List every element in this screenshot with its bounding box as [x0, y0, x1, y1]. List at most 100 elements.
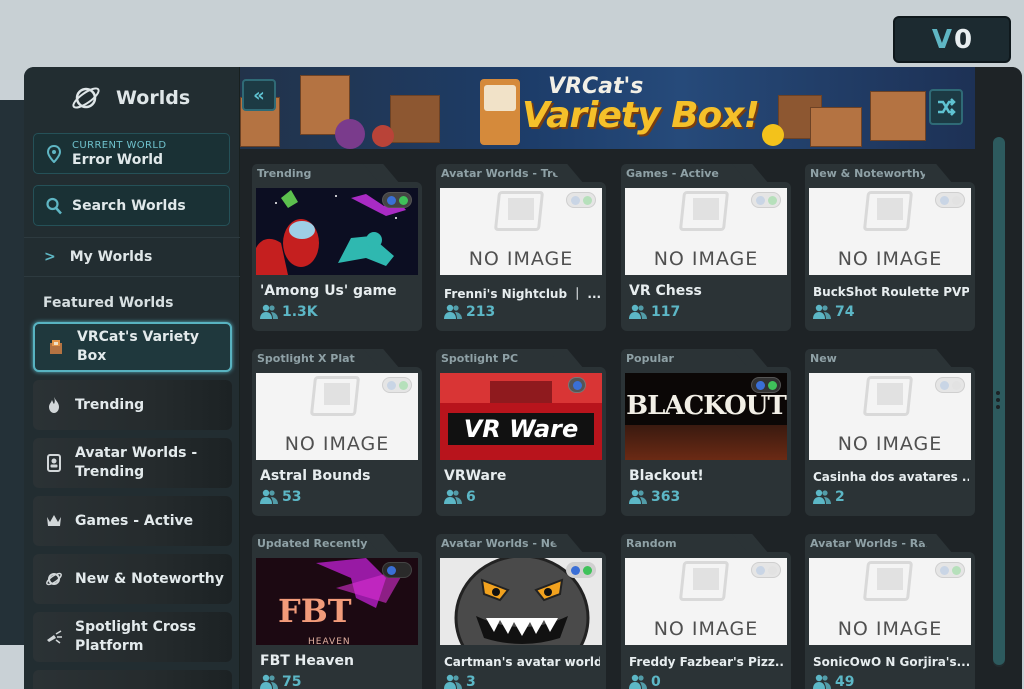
world-name: 'Among Us' game — [260, 283, 397, 299]
featured-item-games-active[interactable]: Games - Active — [33, 496, 232, 546]
player-count-value: 6 — [466, 489, 476, 505]
users-icon — [813, 304, 831, 319]
featured-item-label: New & Noteworthy — [75, 570, 224, 587]
world-thumbnail — [440, 558, 602, 645]
world-card[interactable]: Popular BLACKOUT Blackout! 363 — [621, 349, 791, 516]
world-name: Casinha dos avatares ... — [813, 470, 969, 484]
world-thumbnail-placeholder: NO IMAGE — [256, 373, 418, 460]
no-image-text: NO IMAGE — [837, 618, 943, 640]
world-thumbnail-placeholder: NO IMAGE — [440, 188, 602, 275]
world-card[interactable]: Avatar Worlds - Ran NO IMAGE SonicOwO N … — [805, 534, 975, 689]
world-card[interactable]: Spotlight PC VR Ware VRWare 6 — [436, 349, 606, 516]
world-card[interactable]: New NO IMAGE Casinha dos avatares ... 2 — [805, 349, 975, 516]
card-category: Avatar Worlds - New — [436, 534, 566, 554]
world-card[interactable]: New & Noteworthy NO IMAGE BuckShot Roule… — [805, 164, 975, 331]
no-image-text: NO IMAGE — [653, 618, 759, 640]
sidebar: Worlds CURRENT WORLD Error World Search … — [24, 67, 240, 689]
users-icon — [260, 489, 278, 504]
card-category: Avatar Worlds - Tre — [436, 164, 566, 184]
featured-item-label: Spotlight Cross Platform — [75, 619, 197, 654]
card-category: New — [805, 349, 935, 369]
world-name: Astral Bounds — [260, 468, 371, 484]
crown-icon — [47, 515, 61, 526]
player-count-value: 117 — [651, 304, 681, 320]
users-icon — [629, 489, 647, 504]
player-count-value: 49 — [835, 674, 855, 689]
player-count-value: 363 — [651, 489, 681, 505]
world-name: SonicOwO N Gorjira's... — [813, 655, 969, 669]
thumbnail-subtext: HEAVEN — [308, 637, 351, 645]
search-worlds-label: Search Worlds — [72, 197, 186, 214]
player-count: 2 — [813, 489, 845, 505]
shuffle-button[interactable] — [929, 89, 963, 125]
card-category: Games - Active — [621, 164, 751, 184]
player-count-value: 2 — [835, 489, 845, 505]
world-name: Cartman's avatar world — [444, 655, 600, 669]
banner-ball-decoration — [762, 124, 784, 146]
users-icon — [444, 674, 462, 689]
player-count-value: 1.3K — [282, 304, 318, 320]
no-image-text: NO IMAGE — [284, 433, 390, 455]
featured-item-trending[interactable]: Trending — [33, 380, 232, 430]
player-count: 213 — [444, 304, 495, 320]
worlds-panel: Worlds CURRENT WORLD Error World Search … — [24, 67, 1022, 689]
chevron-right-icon: > — [44, 249, 56, 265]
player-count-value: 74 — [835, 304, 855, 320]
world-name: BuckShot Roulette PVP — [813, 285, 969, 299]
player-count: 74 — [813, 304, 854, 320]
world-card[interactable]: Games - Active NO IMAGE VR Chess 117 — [621, 164, 791, 331]
featured-worlds-heading: Featured Worlds — [43, 295, 174, 311]
world-name: VRWare — [444, 468, 507, 484]
world-card[interactable]: Avatar Worlds - New Cartman's avatar wor… — [436, 534, 606, 689]
world-name: Blackout! — [629, 468, 704, 484]
my-worlds-label: My Worlds — [69, 249, 153, 265]
current-world-name: Error World — [72, 151, 164, 168]
featured-item-variety-box[interactable]: VRCat's Variety Box — [33, 322, 232, 372]
player-count: 1.3K — [260, 304, 318, 320]
world-card[interactable]: Updated Recently FBT HEAVEN FBT Heaven 7… — [252, 534, 422, 689]
thumbnail-text: BLACKOUT — [626, 391, 787, 421]
card-category: Popular — [621, 349, 751, 369]
thumbnail-text: FBT — [278, 592, 352, 630]
world-card[interactable]: Avatar Worlds - Tre NO IMAGE Frenni's Ni… — [436, 164, 606, 331]
card-category: Updated Recently — [252, 534, 382, 554]
world-thumbnail-placeholder: NO IMAGE — [809, 373, 971, 460]
featured-item-more[interactable] — [33, 670, 232, 689]
double-chevron-left-icon: « — [253, 84, 265, 106]
users-icon — [260, 674, 278, 689]
world-card[interactable]: Spotlight X Plat NO IMAGE Astral Bounds … — [252, 349, 422, 516]
currency-balance[interactable]: V 0 — [893, 16, 1011, 63]
world-card[interactable]: Random NO IMAGE Freddy Fazbear's Pizz...… — [621, 534, 791, 689]
featured-item-label: Games - Active — [75, 512, 194, 529]
no-image-text: NO IMAGE — [653, 248, 759, 270]
player-count: 75 — [260, 674, 301, 689]
variety-box-icon — [50, 340, 62, 354]
featured-item-spotlight-cross-platform[interactable]: Spotlight Cross Platform — [33, 612, 232, 662]
world-thumbnail-placeholder: NO IMAGE — [809, 558, 971, 645]
player-count-value: 3 — [466, 674, 476, 689]
collapse-sidebar-button[interactable]: « — [242, 79, 276, 111]
users-icon — [813, 674, 831, 689]
world-thumbnail-placeholder: NO IMAGE — [625, 188, 787, 275]
users-icon — [444, 304, 462, 319]
featured-item-new-noteworthy[interactable]: New & Noteworthy — [33, 554, 232, 604]
currency-amount: 0 — [954, 24, 973, 55]
my-worlds-item[interactable]: > My Worlds — [24, 237, 240, 277]
current-world-button[interactable]: CURRENT WORLD Error World — [33, 133, 230, 174]
banner-title-line2: Variety Box! — [522, 95, 760, 136]
world-name: VR Chess — [629, 283, 702, 299]
planet-icon — [72, 87, 100, 109]
no-image-text: NO IMAGE — [837, 433, 943, 455]
users-icon — [629, 674, 647, 689]
search-worlds-button[interactable]: Search Worlds — [33, 185, 230, 226]
spotlight-icon — [47, 630, 62, 644]
world-card[interactable]: Trending 'Among Us' game 1.3K — [252, 164, 422, 331]
vrc-credit-icon: V — [931, 24, 953, 55]
player-count: 3 — [444, 674, 476, 689]
player-count: 49 — [813, 674, 854, 689]
player-count: 6 — [444, 489, 476, 505]
featured-banner[interactable]: VRCat's Variety Box! « — [240, 67, 975, 149]
drag-handle-icon[interactable] — [996, 390, 1000, 410]
featured-item-label: Avatar Worlds - Trending — [75, 445, 198, 480]
featured-item-avatar-worlds-trending[interactable]: Avatar Worlds - Trending — [33, 438, 232, 488]
